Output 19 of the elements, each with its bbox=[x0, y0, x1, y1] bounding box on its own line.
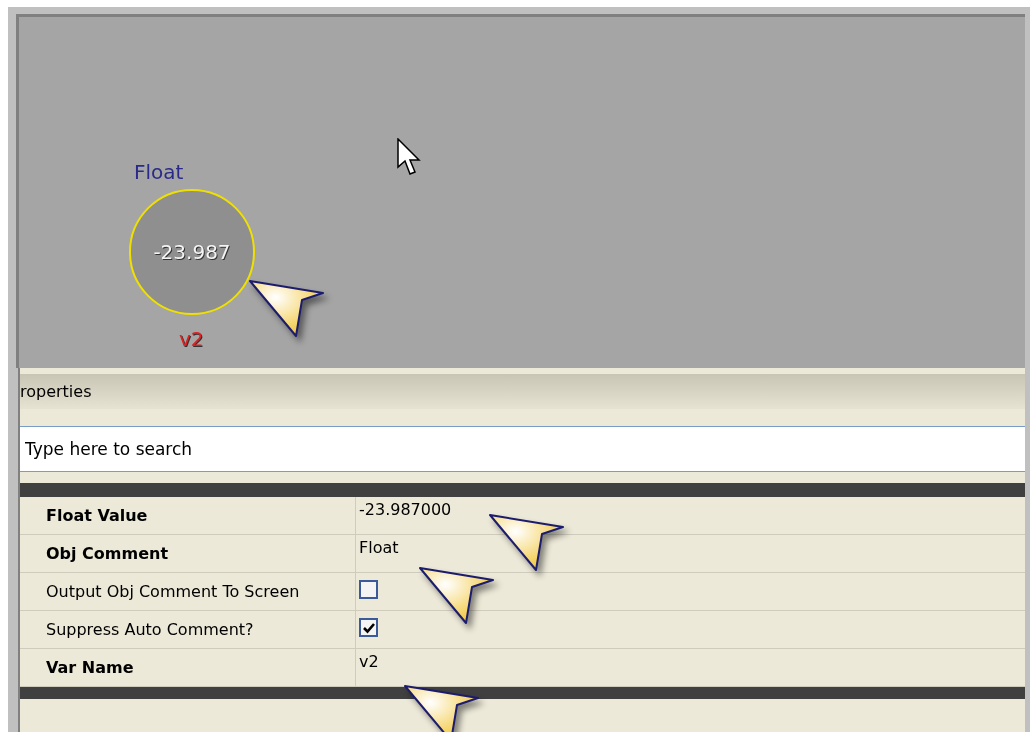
callout-arrow-icon bbox=[488, 513, 566, 573]
checkbox[interactable] bbox=[359, 618, 378, 637]
node-type-label: Float bbox=[134, 160, 184, 184]
property-name: Output Obj Comment To Screen bbox=[20, 573, 356, 610]
mouse-cursor-icon bbox=[397, 138, 421, 178]
property-name: Float Value bbox=[20, 497, 356, 534]
property-name: Var Name bbox=[20, 649, 356, 686]
property-name: Obj Comment bbox=[20, 535, 356, 572]
callout-arrow-icon bbox=[403, 684, 481, 732]
property-value[interactable]: Float bbox=[359, 538, 399, 557]
property-value[interactable]: -23.987000 bbox=[359, 500, 452, 519]
checkbox[interactable] bbox=[359, 580, 378, 599]
node-var-name: v2 bbox=[179, 327, 204, 351]
callout-arrow-icon bbox=[418, 566, 496, 626]
search-field[interactable]: Type here to search bbox=[20, 426, 1025, 472]
panel-title: roperties bbox=[20, 382, 92, 401]
callout-arrow-icon bbox=[248, 279, 326, 339]
property-value[interactable]: v2 bbox=[359, 652, 379, 671]
property-name: Suppress Auto Comment? bbox=[20, 611, 356, 648]
